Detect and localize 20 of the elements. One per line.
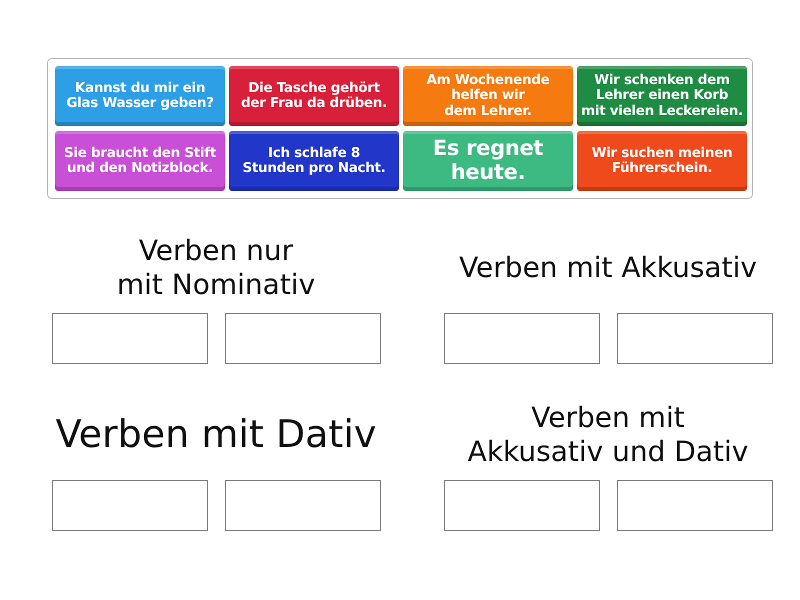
group-title: Verben nur mit Nominativ: [116, 233, 316, 303]
drop-zone[interactable]: [444, 480, 600, 531]
word-card[interactable]: Wir suchen meinen Führerschein.: [577, 131, 747, 191]
drop-zone[interactable]: [616, 313, 772, 364]
word-card[interactable]: Kannst du mir ein Glas Wasser geben?: [55, 66, 225, 126]
group-title: Verben mit Akkusativ und Dativ: [466, 400, 750, 470]
drop-zone[interactable]: [52, 480, 208, 531]
drop-zone[interactable]: [224, 480, 380, 531]
drop-zone[interactable]: [224, 313, 380, 364]
drop-zone[interactable]: [52, 313, 208, 364]
word-card[interactable]: Es regnet heute.: [403, 131, 573, 191]
group-title: Verben mit Akkusativ: [458, 250, 758, 286]
word-card[interactable]: Am Wochenende helfen wir dem Lehrer.: [403, 66, 573, 126]
word-card[interactable]: Die Tasche gehört der Frau da drüben.: [229, 66, 399, 126]
group-title: Verben mit Dativ: [54, 411, 378, 458]
word-card[interactable]: Sie braucht den Stift und den Notizblock.: [55, 131, 225, 191]
drop-zone[interactable]: [444, 313, 600, 364]
drop-zone[interactable]: [616, 480, 772, 531]
word-card[interactable]: Ich schlafe 8 Stunden pro Nacht.: [229, 131, 399, 191]
word-card[interactable]: Wir schenken dem Lehrer einen Korb mit vielen Leckereien.: [577, 66, 747, 126]
